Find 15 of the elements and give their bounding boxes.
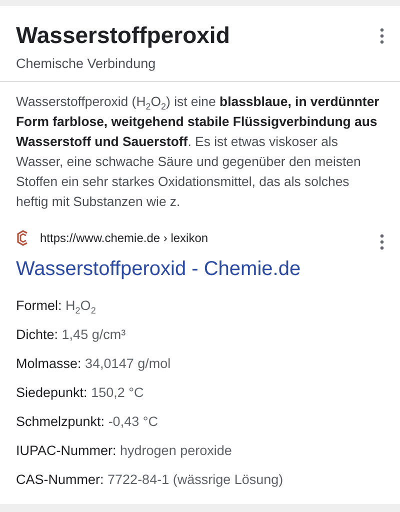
fact-row-text: Siedepunkt: 150,2 °C <box>16 384 145 402</box>
entity-title: Wasserstoffperoxid <box>16 21 230 50</box>
more-options-icon[interactable] <box>380 28 384 44</box>
result-link[interactable]: Wasserstoffperoxid - Chemie.de <box>0 250 400 281</box>
entity-subtitle: Chemische Verbindung <box>16 56 157 71</box>
description-text: Wasserstoffperoxid (H$_{2}$O$_{2}$) ist eine blassblaue, in verdünnter Form farblose, weitgehend stabile Flüssigverbindung aus Wasserstoff und Sauerstoff. Es ist etwas viskoser als Wasser, eine schwache Säure und gegenüber den meisten Stoffen ein sehr starkes Oxidationsmittel, das als solches heftig mit Substanzen wie z. <box>15 93 380 211</box>
fact-row-text: Dichte: 1,45 g/cm³ <box>16 326 127 344</box>
fact-row-text: Schmelzpunkt: -0,43 °C <box>16 413 159 431</box>
site-logo-icon <box>16 230 30 246</box>
fact-row-text: Molmasse: 34,0147 g/mol <box>16 355 172 373</box>
fact-row-text: Formel: H$_{2}$O$_{2}$ <box>16 297 97 315</box>
fact-row-text: IUPAC-Nummer: hydrogen peroxide <box>16 442 233 460</box>
fact-row-text: CAS-Nummer: 7722-84-1 (wässrige Lösung) <box>16 471 284 489</box>
source-url: https://www.chemie.de › lexikon <box>40 231 210 245</box>
more-options-icon[interactable] <box>380 234 384 250</box>
